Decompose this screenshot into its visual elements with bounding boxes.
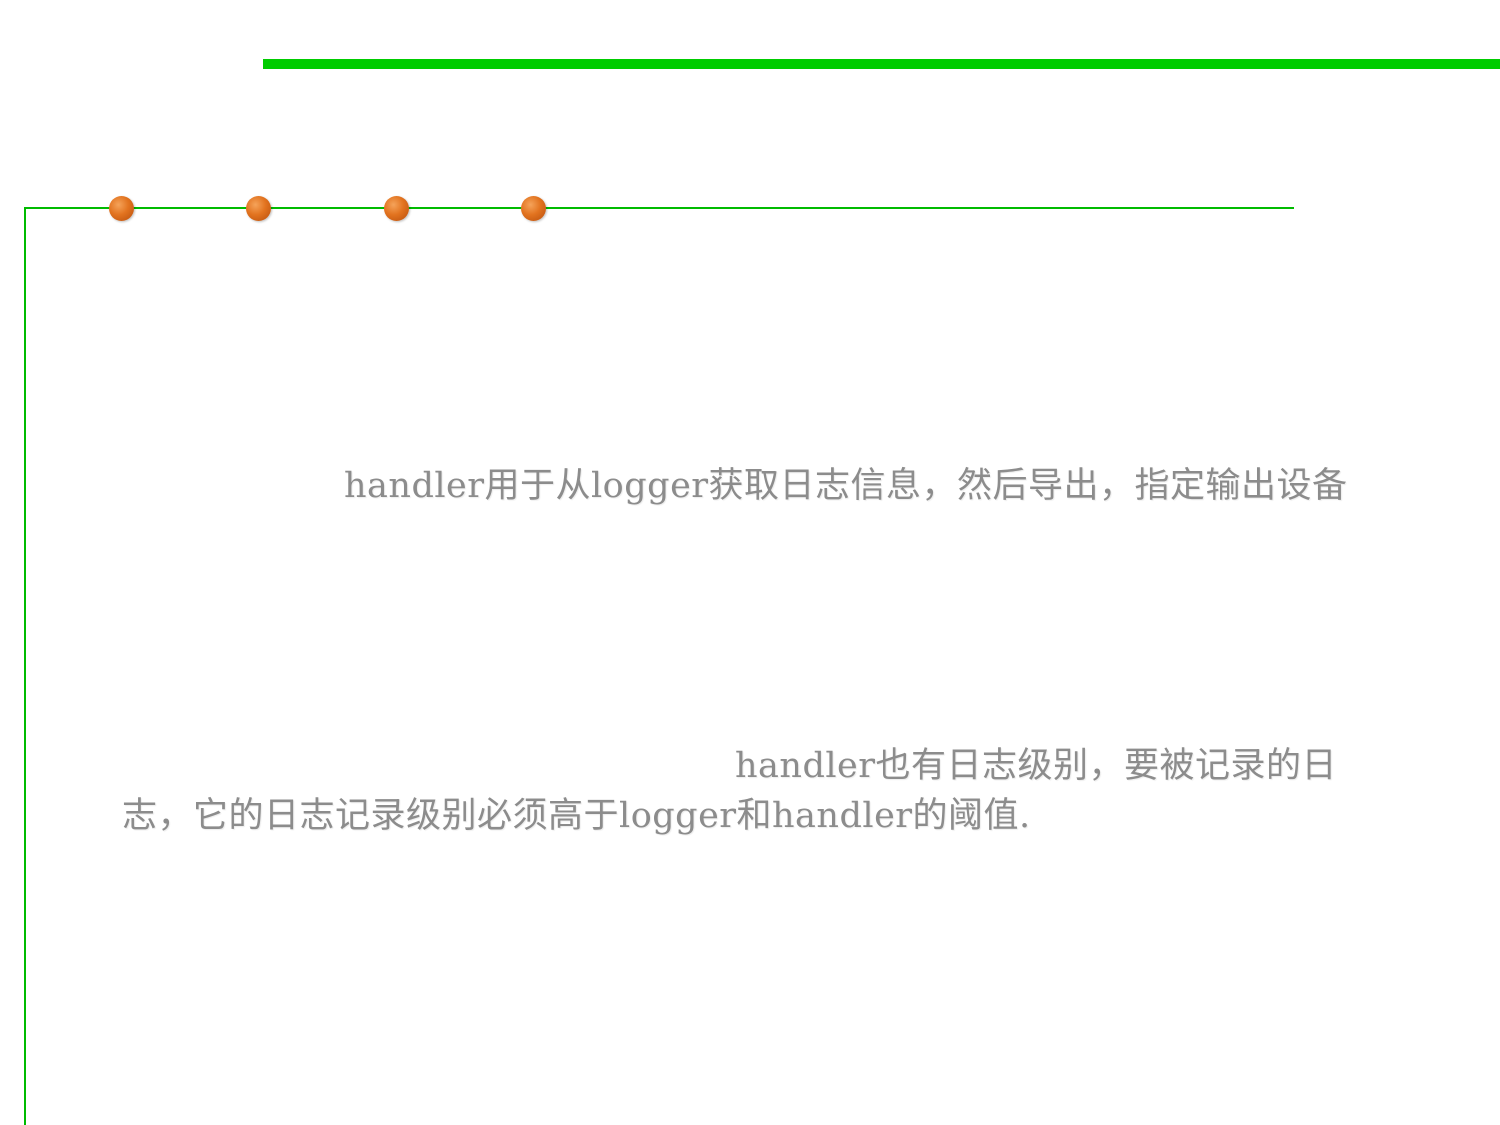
top-accent-bar [263, 59, 1500, 69]
paragraph-handler-level-line-1: handler也有日志级别，要被记录的日 [735, 746, 1337, 786]
paragraph-handler-description: handler用于从logger获取日志信息，然后导出，指定输出设备 [344, 466, 1348, 506]
orange-bullet-dot [246, 196, 271, 221]
orange-bullet-dot [521, 196, 546, 221]
frame-horizontal-line [24, 207, 1294, 209]
frame-vertical-line [24, 207, 26, 1125]
slide: handler用于从logger获取日志信息，然后导出，指定输出设备 handl… [0, 0, 1500, 1125]
orange-bullet-dot [109, 196, 134, 221]
orange-bullet-dot [384, 196, 409, 221]
paragraph-handler-level-line-2: 志，它的日志记录级别必须高于logger和handler的阈值. [122, 796, 1031, 836]
